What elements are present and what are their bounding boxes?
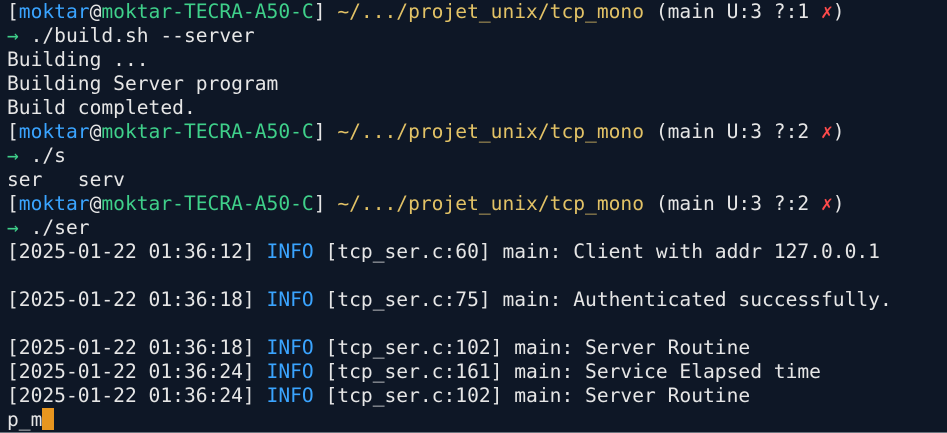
- log-line: [2025-01-22 01:36:12] INFO [tcp_ser.c:60…: [7, 240, 947, 264]
- log-line: [2025-01-22 01:36:24] INFO [tcp_ser.c:16…: [7, 360, 947, 384]
- typed-input[interactable]: p_m: [7, 408, 42, 431]
- log-source: [tcp_ser.c:102]: [325, 336, 503, 359]
- log-level: INFO: [266, 360, 314, 383]
- log-level: INFO: [266, 240, 314, 263]
- log-message: main: Client with addr 127.0.0.1: [502, 240, 880, 263]
- arrow-icon: →: [7, 24, 19, 47]
- git-status: (main U:3 ?:2: [655, 192, 821, 215]
- log-line: [2025-01-22 01:36:18] INFO [tcp_ser.c:75…: [7, 288, 947, 312]
- log-message: main: Server Routine: [514, 336, 751, 359]
- log-time: [2025-01-22 01:36:18]: [7, 288, 255, 311]
- log-source: [tcp_ser.c:161]: [325, 360, 503, 383]
- arrow-icon: →: [7, 216, 19, 239]
- log-level: INFO: [266, 336, 314, 359]
- log-line: [2025-01-22 01:36:24] INFO [tcp_ser.c:10…: [7, 384, 947, 408]
- cursor-block: [42, 408, 55, 430]
- log-message: main: Server Routine: [514, 384, 751, 407]
- prompt-line: [moktar@moktar-TECRA-A50-C] ~/.../projet…: [7, 120, 845, 143]
- log-source: [tcp_ser.c:102]: [325, 384, 503, 407]
- output-line: Build completed.: [7, 96, 196, 119]
- prompt-host: moktar-TECRA-A50-C: [101, 192, 314, 215]
- prompt-at: @: [89, 192, 102, 215]
- log-time: [2025-01-22 01:36:18]: [7, 336, 255, 359]
- command-line: → ./build.sh --server: [7, 24, 947, 48]
- log-source: [tcp_ser.c:60]: [325, 240, 491, 263]
- command-text: ./build.sh --server: [30, 24, 255, 47]
- prompt-user: moktar: [18, 120, 90, 143]
- output-line: Building Server program: [7, 72, 279, 95]
- log-line: [2025-01-22 01:36:18] INFO [tcp_ser.c:10…: [7, 336, 947, 360]
- prompt-line: [moktar@moktar-TECRA-A50-C] ~/.../projet…: [7, 192, 845, 215]
- prompt-path: ~/.../projet_unix/tcp_mono: [337, 0, 645, 23]
- git-status: (main U:3 ?:2: [655, 120, 821, 143]
- log-time: [2025-01-22 01:36:24]: [7, 360, 255, 383]
- log-time: [2025-01-22 01:36:12]: [7, 240, 255, 263]
- prompt-path: ~/.../projet_unix/tcp_mono: [337, 120, 645, 143]
- command-line: → ./ser: [7, 216, 947, 240]
- command-line: → ./s: [7, 144, 947, 168]
- prompt-line: [moktar@moktar-TECRA-A50-C] ~/.../projet…: [7, 0, 845, 23]
- fail-icon: ✗: [820, 0, 833, 23]
- prompt-at: @: [89, 0, 102, 23]
- prompt-host: moktar-TECRA-A50-C: [101, 0, 314, 23]
- prompt-user: moktar: [18, 192, 90, 215]
- command-text: ./s: [30, 144, 66, 167]
- output-line: ser serv: [7, 168, 125, 191]
- git-status: (main U:3 ?:1: [655, 0, 821, 23]
- log-time: [2025-01-22 01:36:24]: [7, 384, 255, 407]
- fail-icon: ✗: [820, 120, 833, 143]
- fail-icon: ✗: [820, 192, 833, 215]
- prompt-path: ~/.../projet_unix/tcp_mono: [337, 192, 645, 215]
- log-source: [tcp_ser.c:75]: [325, 288, 491, 311]
- command-text: ./ser: [30, 216, 90, 239]
- output-line: Building ...: [7, 48, 149, 71]
- input-line[interactable]: p_m: [7, 408, 947, 432]
- prompt-host: moktar-TECRA-A50-C: [101, 120, 314, 143]
- arrow-icon: →: [7, 144, 19, 167]
- prompt-at: @: [89, 120, 102, 143]
- log-level: INFO: [266, 288, 314, 311]
- log-message: main: Service Elapsed time: [514, 360, 821, 383]
- terminal-window[interactable]: [moktar@moktar-TECRA-A50-C] ~/.../projet…: [0, 0, 947, 433]
- prompt-user: moktar: [18, 0, 90, 23]
- log-level: INFO: [266, 384, 314, 407]
- log-message: main: Authenticated successfully.: [502, 288, 892, 311]
